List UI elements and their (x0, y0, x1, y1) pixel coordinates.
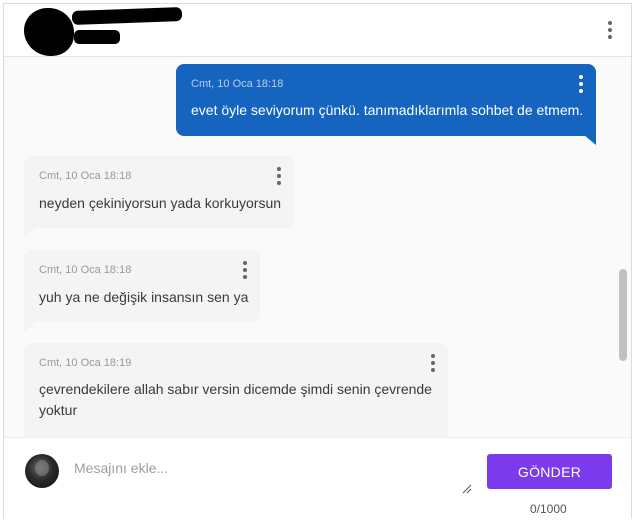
chat-header (4, 4, 631, 57)
message-composer: GÖNDER 0/1000 (4, 437, 631, 521)
user-avatar (25, 454, 59, 488)
message-input[interactable] (68, 456, 484, 504)
message-timestamp: Cmt, 10 Oca 18:18 (191, 78, 284, 90)
send-button[interactable]: GÖNDER (487, 454, 612, 489)
chat-window: Cmt, 10 Oca 18:18 evet öyle seviyorum çü… (3, 3, 632, 521)
header-more-vertical-icon[interactable] (605, 20, 615, 40)
bubble-tail (24, 228, 36, 238)
message-incoming: Cmt, 10 Oca 18:18 neyden çekiniyorsun ya… (24, 156, 294, 228)
message-timestamp: Cmt, 10 Oca 18:18 (39, 170, 132, 182)
message-more-vertical-icon[interactable] (576, 74, 586, 94)
message-timestamp: Cmt, 10 Oca 18:18 (39, 264, 132, 276)
message-text: çevrendekilere allah sabır versin dicemd… (39, 381, 432, 418)
character-counter: 0/1000 (530, 502, 567, 516)
message-list[interactable]: Cmt, 10 Oca 18:18 evet öyle seviyorum çü… (4, 57, 631, 437)
contact-status-redacted (74, 30, 120, 44)
message-text: evet öyle seviyorum çünkü. tanımadıkları… (191, 102, 584, 118)
message-text: yuh ya ne değişik insansın sen ya (39, 289, 249, 305)
contact-name-redacted (71, 7, 183, 25)
message-text: neyden çekiniyorsun yada korkuyorsun (39, 195, 282, 211)
bubble-tail (24, 322, 36, 332)
resize-grip-icon[interactable] (460, 482, 472, 494)
message-list-scrollbar[interactable] (619, 269, 627, 361)
bubble-tail (584, 135, 596, 145)
contact-avatar-redacted (24, 8, 74, 56)
message-incoming: Cmt, 10 Oca 18:18 yuh ya ne değişik insa… (24, 250, 260, 322)
message-incoming: Cmt, 10 Oca 18:19 çevrendekilere allah s… (24, 343, 448, 437)
message-more-vertical-icon[interactable] (274, 166, 284, 186)
message-timestamp: Cmt, 10 Oca 18:19 (39, 357, 132, 369)
message-outgoing: Cmt, 10 Oca 18:18 evet öyle seviyorum çü… (176, 64, 596, 136)
message-more-vertical-icon[interactable] (240, 260, 250, 280)
message-more-vertical-icon[interactable] (428, 353, 438, 373)
